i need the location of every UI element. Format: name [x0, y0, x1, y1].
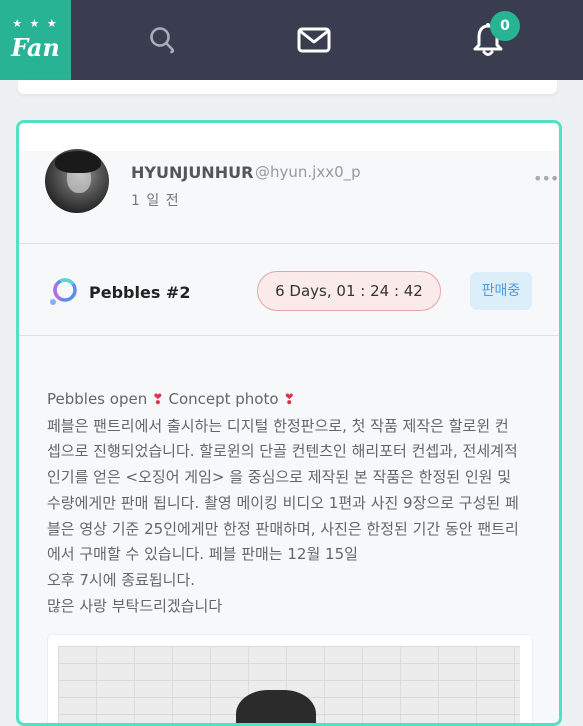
post-body-line: 블은 영상 기준 25인에게만 한정 판매하며, 사진은 한정된 기간 동안 팬… — [47, 519, 519, 538]
pebbles-icon — [50, 278, 77, 305]
more-options-icon[interactable]: ••• — [533, 169, 559, 188]
logo-stars: ★ ★ ★ — [12, 17, 59, 30]
heart-icon: ❣ — [151, 392, 164, 408]
post-body-title-b: Concept photo — [163, 390, 284, 408]
post-body: Pebbles open ❣ Concept photo ❣ 페블은 팬트리에서… — [47, 387, 537, 619]
messages-button[interactable] — [292, 0, 336, 80]
sale-status-button[interactable]: 판매중 — [470, 272, 532, 310]
photo-figure — [236, 690, 316, 723]
user-handle: @hyun.jxx0_p — [255, 163, 361, 181]
post-body-line: 에서 구매할 수 있습니다. 페블 판매는 12월 15일 — [47, 545, 358, 564]
divider — [19, 243, 559, 244]
heart-icon: ❣ — [283, 392, 296, 408]
fan-logo[interactable]: ★ ★ ★ Fan — [0, 0, 71, 80]
divider — [19, 335, 559, 336]
post-body-line: 수량에게만 판매 됩니다. 촬영 메이킹 비디오 1편과 사진 9장으로 구성된… — [47, 493, 519, 512]
post-body-line: 많은 사랑 부탁드리겠습니다 — [47, 596, 223, 615]
post-body-line: 인기를 얻은 <오징어 게임> 을 중심으로 제작된 본 작품은 한정된 인원 … — [47, 468, 511, 487]
post-body-line: 셉으로 진행되었습니다. 할로윈의 단골 컨텐츠인 해리포터 컨셉과, 전세계적 — [47, 442, 518, 461]
search-button[interactable] — [140, 0, 186, 80]
post-card: HYUNJUNHUR @hyun.jxx0_p 1 일 전 ••• Pebble… — [16, 120, 562, 726]
user-name[interactable]: HYUNJUNHUR — [131, 163, 253, 182]
post-body-title: Pebbles open ❣ Concept photo ❣ — [47, 387, 537, 414]
notification-count-badge: 0 — [490, 11, 520, 41]
logo-text: Fan — [11, 33, 60, 62]
product-name[interactable]: Pebbles #2 — [89, 283, 190, 302]
avatar-hair — [55, 151, 101, 173]
user-avatar[interactable] — [45, 149, 109, 213]
sale-countdown: 6 Days, 01 : 24 : 42 — [257, 271, 441, 311]
post-time: 1 일 전 — [131, 193, 180, 209]
post-image-frame — [47, 634, 533, 723]
search-icon — [150, 27, 175, 54]
post-body-title-a: Pebbles open — [47, 390, 152, 408]
post-body-line: 오후 7시에 종료됩니다. — [47, 570, 196, 589]
post-body-line: 페블은 팬트리에서 출시하는 디지털 한정판으로, 첫 작품 제작은 할로윈 컨 — [47, 416, 509, 435]
top-navigation-bar: ★ ★ ★ Fan 0 — [0, 0, 583, 80]
post-card-header-strip — [19, 123, 559, 151]
post-photo[interactable] — [58, 646, 520, 723]
mail-icon — [297, 27, 331, 53]
previous-post-card — [18, 80, 557, 94]
